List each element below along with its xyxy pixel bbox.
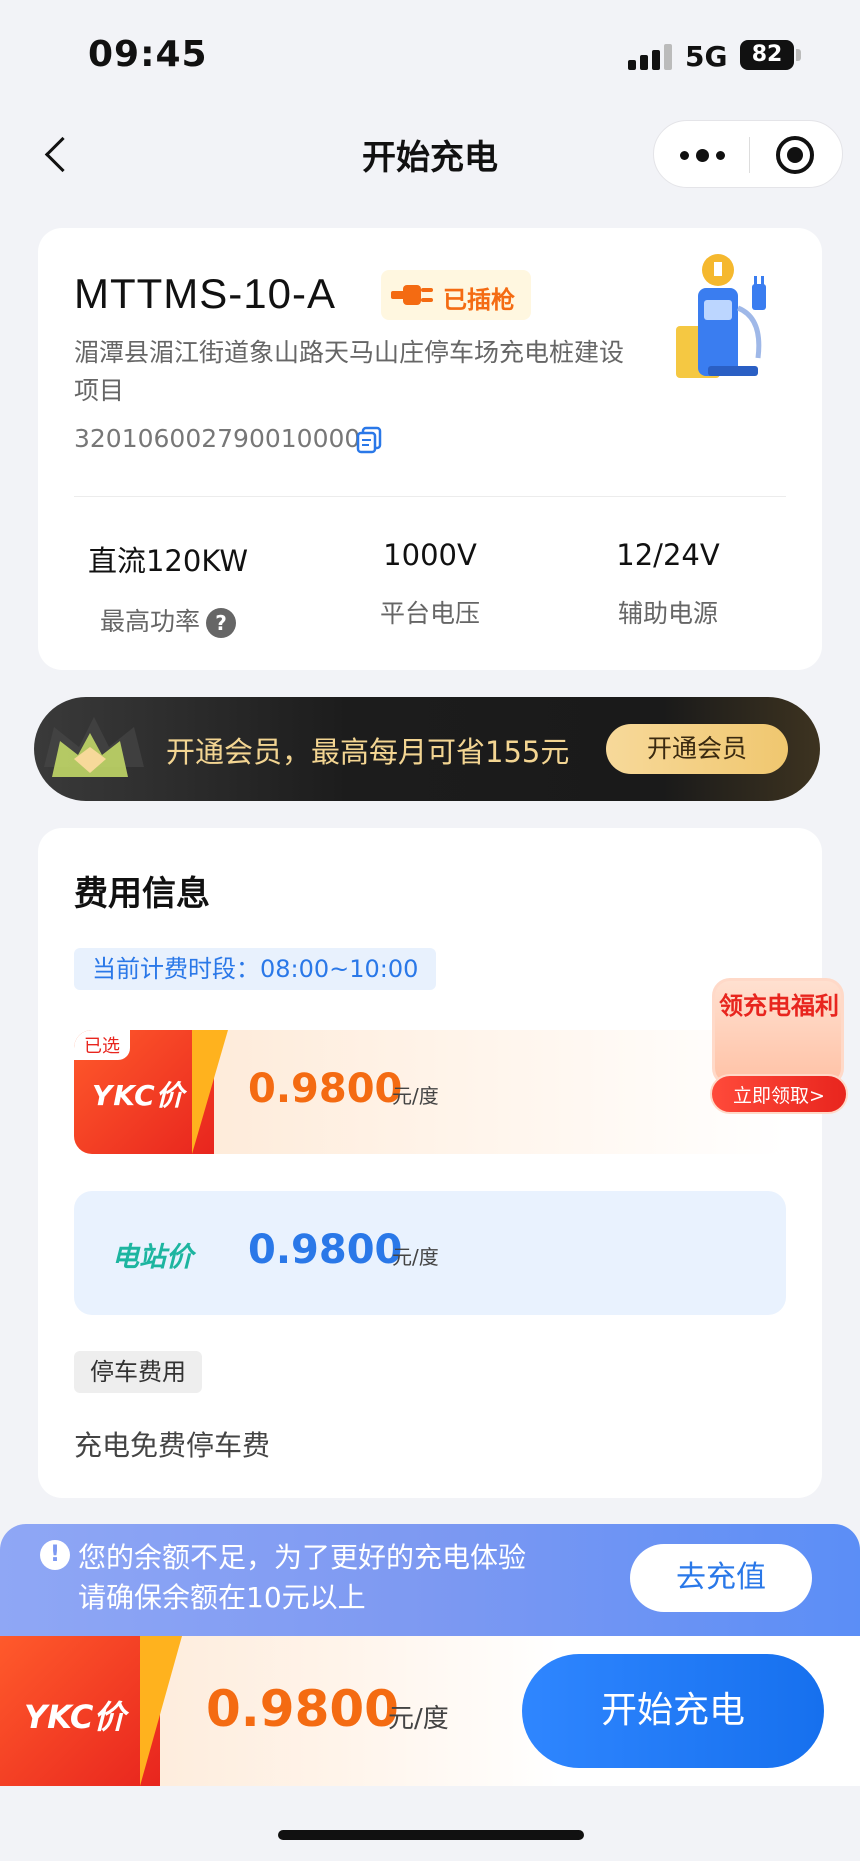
bottom-action-bar: YKC价 0.9800 元/度 开始充电 [0, 1636, 860, 1786]
member-banner[interactable]: 开通会员，最高每月可省155元 开通会员 [34, 697, 820, 801]
lightning-icon [192, 1030, 228, 1154]
copy-icon[interactable] [356, 426, 382, 454]
price-unit: 元/度 [392, 1084, 439, 1108]
spec-label: 最高功率? [48, 602, 288, 638]
low-balance-alert: ! 您的余额不足，为了更好的充电体验请确保余额在10元以上 去充值 [0, 1524, 860, 1644]
home-indicator [278, 1830, 584, 1840]
member-promo-text: 开通会员，最高每月可省155元 [166, 735, 570, 769]
battery-icon: 82 [740, 40, 794, 70]
crown-icon [44, 717, 144, 777]
warning-icon: ! [40, 1540, 70, 1570]
miniprogram-capsule [653, 120, 843, 188]
fee-info-card: 费用信息 当前计费时段：08:00~10:00 已选 YKC价 0.9800 元… [38, 828, 822, 1498]
battery-tip [796, 49, 801, 61]
station-price-option[interactable]: 电站价 0.9800 元/度 [74, 1191, 786, 1315]
status-time: 09:45 [88, 34, 208, 75]
selected-tag: 已选 [74, 1030, 130, 1060]
start-charging-button[interactable]: 开始充电 [522, 1654, 824, 1768]
bottom-ykc-logo: YKC价 [24, 1698, 126, 1736]
card-divider [74, 496, 786, 497]
help-icon[interactable]: ? [206, 608, 236, 638]
spec-value: 1000V [383, 538, 477, 572]
lightning-icon [140, 1636, 182, 1786]
open-membership-button[interactable]: 开通会员 [606, 724, 788, 774]
spec-label: 辅助电源 [617, 599, 718, 628]
more-icon[interactable] [678, 141, 734, 169]
claim-now-button[interactable]: 立即领取> [710, 1074, 848, 1114]
station-code: MTTMS-10-A [74, 270, 336, 317]
parking-fee-tag: 停车费用 [74, 1351, 202, 1393]
parking-fee-text: 充电免费停车费 [74, 1429, 271, 1462]
station-price: 0.9800 [248, 1227, 403, 1273]
promo-title: 领充电福利 [719, 992, 839, 1020]
spec-value: 直流120KW [87, 544, 248, 578]
low-balance-text: 您的余额不足，为了更好的充电体验请确保余额在10元以上 [78, 1541, 527, 1614]
spec-label-text: 最高功率 [99, 607, 200, 636]
recharge-button[interactable]: 去充值 [630, 1544, 812, 1612]
station-id: 320106002790010000 [74, 424, 361, 453]
status-bar: 09:45 5G 82 [0, 0, 860, 110]
capsule-divider [749, 137, 750, 173]
spec-voltage: 1000V 平台电压 [310, 538, 550, 630]
network-type: 5G [685, 40, 728, 73]
spec-value: 12/24V [616, 538, 720, 572]
ykc-logo: YKC价 [92, 1079, 185, 1112]
spec-max-power: 直流120KW 最高功率? [48, 538, 288, 638]
station-card: MTTMS-10-A 已插枪 湄潭县湄江街道象山路天马山庄停车场充电桩建设项目 … [38, 228, 822, 670]
plug-icon [391, 285, 433, 305]
ykc-price-option[interactable]: 已选 YKC价 0.9800 元/度 [74, 1030, 786, 1154]
plug-status-label: 已插枪 [443, 286, 515, 314]
spec-label: 平台电压 [379, 599, 480, 628]
ykc-price: 0.9800 [248, 1066, 403, 1112]
station-address: 湄潭县湄江街道象山路天马山庄停车场充电桩建设项目 [74, 338, 625, 405]
spec-aux-power: 12/24V 辅助电源 [548, 538, 788, 630]
price-unit: 元/度 [392, 1245, 439, 1269]
bottom-price-unit: 元/度 [388, 1704, 449, 1734]
charger-illustration-icon [676, 254, 766, 378]
fee-title: 费用信息 [74, 874, 210, 914]
nav-bar: 开始充电 [0, 110, 860, 200]
station-price-logo: 电站价 [112, 1242, 193, 1273]
signal-icon [628, 44, 672, 70]
billing-period-tag: 当前计费时段：08:00~10:00 [74, 948, 437, 990]
plug-status-badge: 已插枪 [381, 270, 531, 320]
charging-welfare-float[interactable]: 领充电福利 立即领取> [706, 970, 852, 1120]
bottom-price: 0.9800 [206, 1680, 399, 1738]
close-miniprogram-icon[interactable] [776, 136, 814, 174]
